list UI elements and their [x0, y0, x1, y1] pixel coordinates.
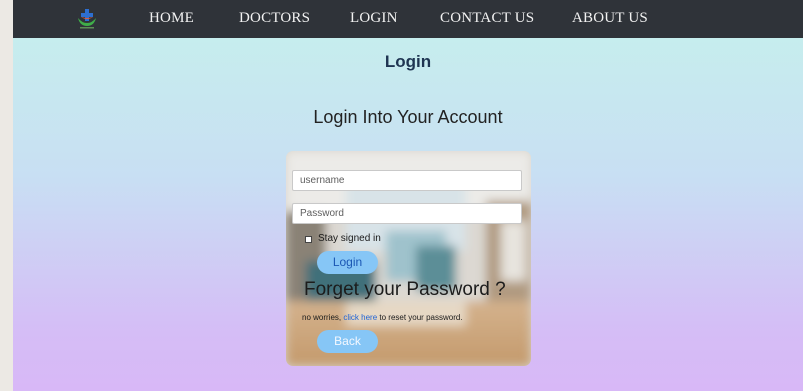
nav-home-link[interactable]: HOME	[149, 10, 194, 27]
nav-login-link[interactable]: LOGIN	[350, 10, 398, 27]
stay-signed-in-label: Stay signed in	[318, 233, 381, 244]
page-subtitle: Login Into Your Account	[313, 107, 503, 127]
forget-password-heading: Forget your Password ?	[304, 279, 506, 300]
stay-signed-in-checkbox[interactable]	[305, 236, 312, 243]
navbar: HOME DOCTORS LOGIN CONTACT US ABOUT US	[13, 0, 803, 38]
username-input[interactable]	[292, 170, 522, 191]
reset-password-text: no worries, click here to reset your pas…	[302, 313, 463, 322]
password-input[interactable]	[292, 203, 522, 224]
back-button[interactable]: Back	[317, 330, 378, 353]
medical-cross-logo-icon[interactable]	[76, 6, 98, 30]
nav-contact-us-link[interactable]: CONTACT US	[440, 10, 534, 27]
nav-about-us-link[interactable]: ABOUT US	[572, 10, 648, 27]
window-frame-left	[0, 0, 13, 391]
login-button[interactable]: Login	[317, 251, 378, 274]
page-title: Login	[384, 52, 432, 71]
page: HOME DOCTORS LOGIN CONTACT US ABOUT US L…	[13, 0, 803, 391]
nav-doctors-link[interactable]: DOCTORS	[239, 10, 310, 27]
reset-suffix-text: to reset your password.	[377, 313, 463, 322]
reset-prefix-text: no worries,	[302, 313, 344, 322]
reset-password-link[interactable]: click here	[343, 313, 377, 322]
